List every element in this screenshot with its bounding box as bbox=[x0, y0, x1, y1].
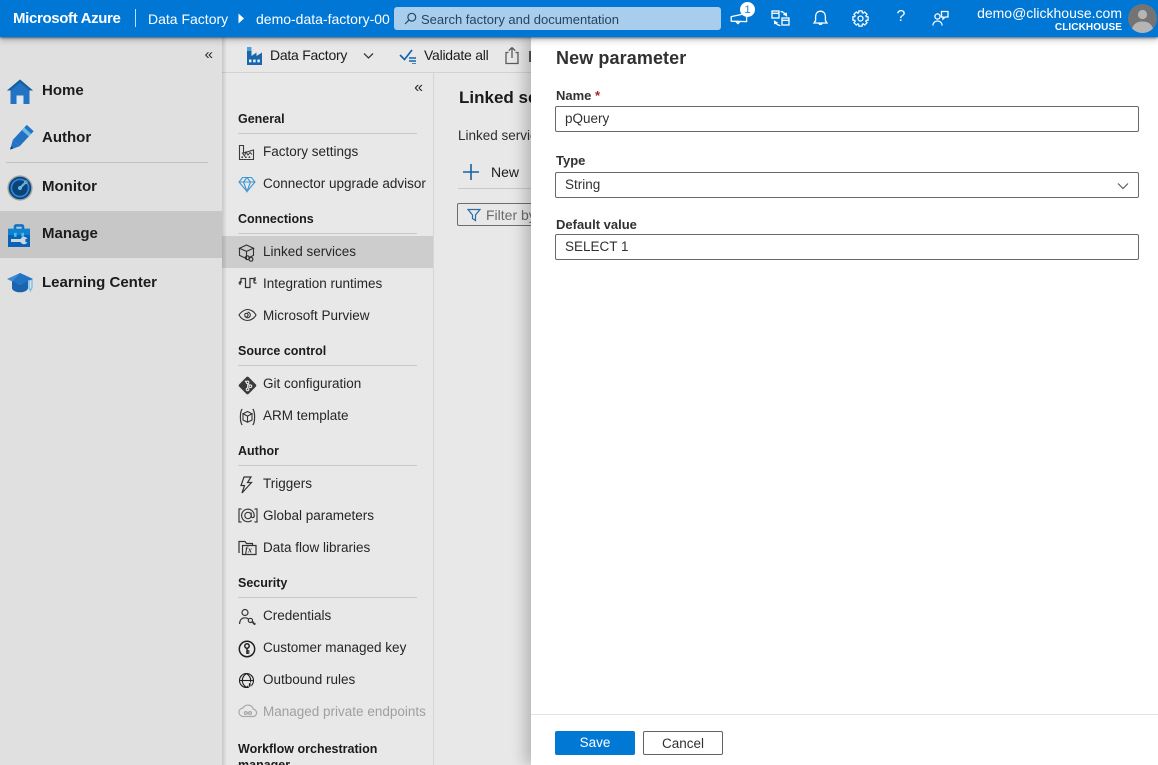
svg-text:fx: fx bbox=[245, 545, 253, 555]
